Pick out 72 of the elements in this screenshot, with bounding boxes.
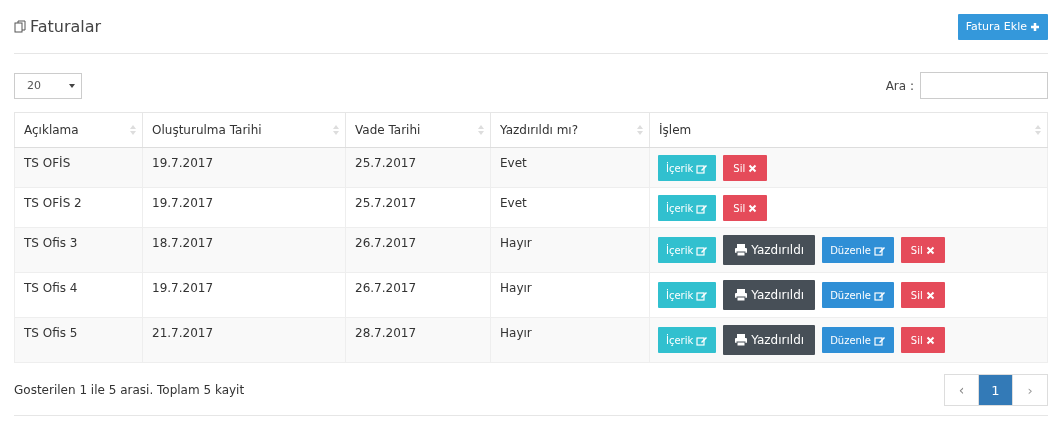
edit-icon <box>696 162 709 174</box>
table-cell: 19.7.2017 <box>152 196 214 210</box>
search-field[interactable] <box>920 72 1048 99</box>
table-info: Gosterilen 1 ile 5 arasi. Toplam 5 kayit <box>14 383 245 397</box>
printed-button[interactable]: Yazdırıldı <box>723 280 816 310</box>
close-icon <box>925 245 935 255</box>
table-cell: TS Ofis 4 <box>24 281 78 295</box>
printed-button[interactable]: Yazdırıldı <box>723 235 816 265</box>
edit-button[interactable]: Düzenle <box>822 282 894 308</box>
edit-icon <box>873 244 886 256</box>
page-button[interactable]: 1 <box>979 375 1013 405</box>
sort-icon <box>130 125 136 135</box>
column-header: İşlem <box>659 123 692 137</box>
table-cell: Evet <box>500 196 527 210</box>
table-cell: Evet <box>500 156 527 170</box>
table-cell: TS Ofis 3 <box>24 236 78 250</box>
edit-button[interactable]: Düzenle <box>822 237 894 263</box>
table-cell: 28.7.2017 <box>355 326 417 340</box>
column-header: Oluşturulma Tarihi <box>152 123 262 137</box>
page-size-select[interactable]: 20 <box>14 72 82 99</box>
edit-icon <box>696 334 709 346</box>
edit-icon <box>873 289 886 301</box>
edit-icon <box>696 289 709 301</box>
printer-icon <box>734 333 749 347</box>
delete-button[interactable]: Sil <box>723 155 768 181</box>
content-button[interactable]: İçerik <box>658 327 717 353</box>
add-invoice-button[interactable]: Fatura Ekle <box>957 13 1048 40</box>
dropdown-caret-icon <box>69 83 75 88</box>
edit-button[interactable]: Düzenle <box>822 327 894 353</box>
table-cell: Hayır <box>500 326 532 340</box>
close-icon <box>925 335 935 345</box>
table-cell: 19.7.2017 <box>152 156 214 170</box>
delete-button[interactable]: Sil <box>900 237 945 263</box>
column-header: Vade Tarihi <box>355 123 421 137</box>
delete-button[interactable]: Sil <box>900 327 945 353</box>
sort-icon <box>333 125 339 135</box>
documents-icon <box>14 20 27 33</box>
printer-icon <box>734 288 749 302</box>
table-cell: Hayır <box>500 236 532 250</box>
table-cell: 25.7.2017 <box>355 156 417 170</box>
table-cell: 19.7.2017 <box>152 281 214 295</box>
table-cell: 26.7.2017 <box>355 281 417 295</box>
close-icon <box>925 290 935 300</box>
close-icon <box>748 163 758 173</box>
page-title: Faturalar <box>30 17 102 36</box>
delete-button[interactable]: Sil <box>723 195 768 221</box>
printed-button[interactable]: Yazdırıldı <box>723 325 816 355</box>
sort-icon <box>1035 125 1041 135</box>
column-header: Açıklama <box>24 123 79 137</box>
search-label: Ara : <box>885 78 914 93</box>
sort-icon <box>637 125 643 135</box>
delete-button[interactable]: Sil <box>900 282 945 308</box>
table-cell: 25.7.2017 <box>355 196 417 210</box>
edit-icon <box>873 334 886 346</box>
table-cell: 21.7.2017 <box>152 326 214 340</box>
column-header: Yazdırıldı mı? <box>500 123 579 137</box>
table-cell: 18.7.2017 <box>152 236 214 250</box>
close-icon <box>748 203 758 213</box>
table-cell: TS Ofis 5 <box>24 326 78 340</box>
printer-icon <box>734 243 749 257</box>
sort-icon <box>478 125 484 135</box>
table-cell: TS OFİS 2 <box>24 196 82 210</box>
content-button[interactable]: İçerik <box>658 155 717 181</box>
content-button[interactable]: İçerik <box>658 237 717 263</box>
table-cell: 26.7.2017 <box>355 236 417 250</box>
content-button[interactable]: İçerik <box>658 282 717 308</box>
table-cell: TS OFİS <box>24 156 71 170</box>
table-cell: Hayır <box>500 281 532 295</box>
content-button[interactable]: İçerik <box>658 195 717 221</box>
edit-icon <box>696 202 709 214</box>
plus-icon <box>1030 21 1040 32</box>
edit-icon <box>696 244 709 256</box>
